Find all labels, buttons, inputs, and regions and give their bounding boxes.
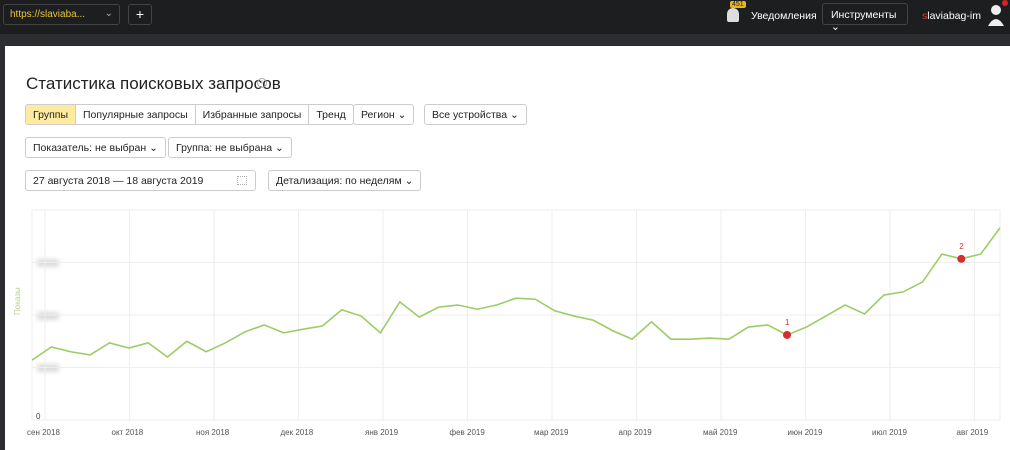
series-line: [31, 227, 1001, 361]
annotation-marker[interactable]: [783, 330, 792, 339]
annotation-label: 1: [785, 318, 790, 327]
annotation-label: 2: [959, 242, 964, 251]
line-chart: 12: [31, 209, 1001, 421]
annotation-marker[interactable]: [957, 254, 966, 263]
